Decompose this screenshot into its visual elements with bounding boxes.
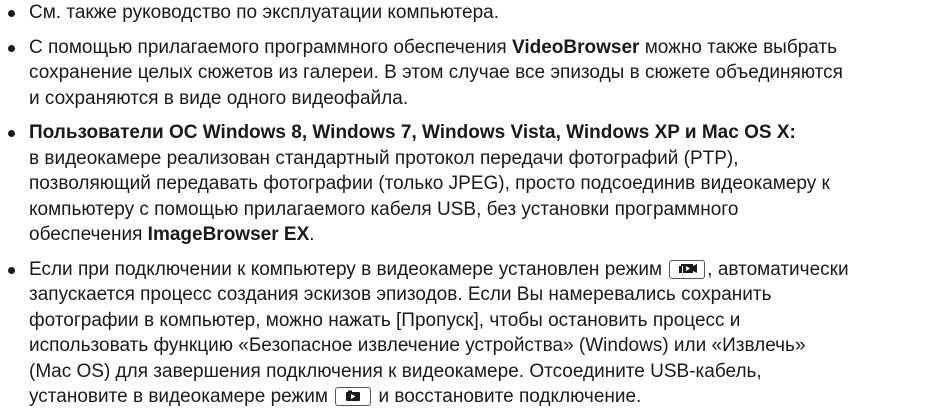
note-ptp-users: Пользователи ОС Windows 8, Windows 7, Wi… xyxy=(0,120,937,248)
notes-list: См. также руководство по эксплуатации ко… xyxy=(0,0,937,410)
note-text: сохранение целых сюжетов из галереи. В э… xyxy=(29,62,843,83)
note-line: См. также руководство по эксплуатации ко… xyxy=(29,0,937,26)
note-thumbnail-creation: Если при подключении к компьютеру в виде… xyxy=(0,257,937,410)
note-line: (Mac OS) для завершения подключения к ви… xyxy=(29,359,937,385)
note-videobrowser: С помощью прилагаемого программного обес… xyxy=(0,35,937,112)
software-name: ImageBrowser EX xyxy=(147,224,310,245)
note-text: С помощью прилагаемого программного обес… xyxy=(29,36,512,58)
note-heading: Пользователи ОС Windows 8, Windows 7, Wi… xyxy=(29,122,796,143)
note-line: компьютеру с помощью прилагаемого кабеля… xyxy=(29,197,937,223)
note-line: фотографии в компьютер, можно нажать [Пр… xyxy=(29,308,937,334)
note-text: и сохраняются в виде одного видеофайла. xyxy=(29,87,409,109)
note-line: позволяющий передавать фотографии (тольк… xyxy=(29,171,937,197)
photo-playback-mode-icon xyxy=(335,387,372,406)
note-text: . xyxy=(309,224,315,245)
note-text: использовать функцию «Безопасное извлече… xyxy=(29,335,806,356)
note-text: обеспечения xyxy=(29,224,148,245)
note-text: , автоматически xyxy=(707,258,849,280)
note-text: и восстановите подключение. xyxy=(373,386,642,407)
bullet-icon xyxy=(8,44,15,52)
note-line: Если при подключении к компьютеру в виде… xyxy=(29,257,937,283)
software-name: VideoBrowser xyxy=(512,36,640,58)
note-text: См. также руководство по эксплуатации ко… xyxy=(29,2,500,23)
note-line: С помощью прилагаемого программного обес… xyxy=(29,35,937,61)
note-line: в видеокамере реализован стандартный про… xyxy=(29,146,937,172)
note-line: установите в видеокамере режим и восстан… xyxy=(29,384,937,410)
note-line: использовать функцию «Безопасное извлече… xyxy=(29,333,937,359)
manual-page: См. также руководство по эксплуатации ко… xyxy=(0,0,937,410)
note-line: запускается процесс создания эскизов эпи… xyxy=(29,282,937,308)
note-text: можно также выбрать xyxy=(639,36,838,58)
note-line: Пользователи ОС Windows 8, Windows 7, Wi… xyxy=(29,120,937,146)
note-text: компьютеру с помощью прилагаемого кабеля… xyxy=(29,198,739,220)
note-line: и сохраняются в виде одного видеофайла. xyxy=(29,86,937,112)
note-computer-manual: См. также руководство по эксплуатации ко… xyxy=(0,0,937,26)
bullet-icon xyxy=(8,10,15,17)
note-text: (Mac OS) для завершения подключения к ви… xyxy=(29,360,762,382)
video-playback-mode-icon xyxy=(669,259,706,279)
note-line: сохранение целых сюжетов из галереи. В э… xyxy=(29,60,937,86)
note-line: обеспечения ImageBrowser EX. xyxy=(29,222,937,248)
note-text: установите в видеокамере режим xyxy=(29,386,334,407)
bullet-icon xyxy=(8,266,15,274)
bullet-icon xyxy=(8,130,15,137)
note-text: позволяющий передавать фотографии (тольк… xyxy=(29,173,830,194)
note-text: Если при подключении к компьютеру в виде… xyxy=(29,258,668,280)
note-text: фотографии в компьютер, можно нажать [Пр… xyxy=(29,309,741,331)
note-text: запускается процесс создания эскизов эпи… xyxy=(29,284,772,305)
note-text: в видеокамере реализован стандартный про… xyxy=(29,147,739,169)
